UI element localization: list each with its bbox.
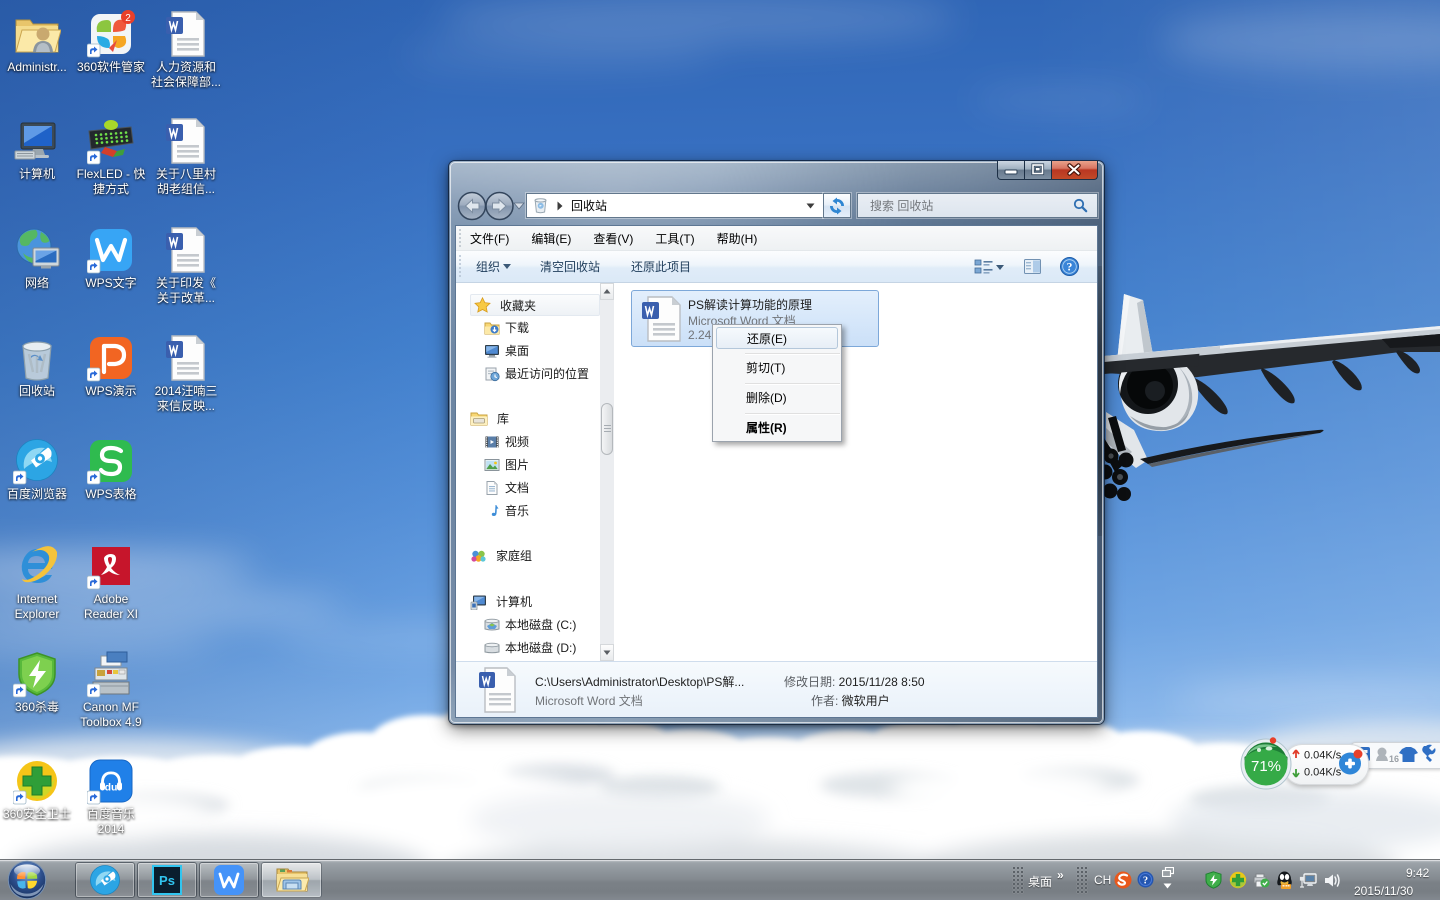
svg-text:71%: 71% [1251,758,1281,775]
svg-text:16: 16 [1389,754,1399,764]
svg-text:0.04K/s: 0.04K/s [1304,750,1342,762]
svg-text:?: ? [1143,876,1148,887]
svg-text:0.04K/s: 0.04K/s [1304,767,1342,779]
svg-text:Ps: Ps [159,873,175,888]
svg-text:?: ? [1067,262,1073,274]
svg-text:2: 2 [125,13,131,24]
svg-text:du: du [105,782,118,794]
